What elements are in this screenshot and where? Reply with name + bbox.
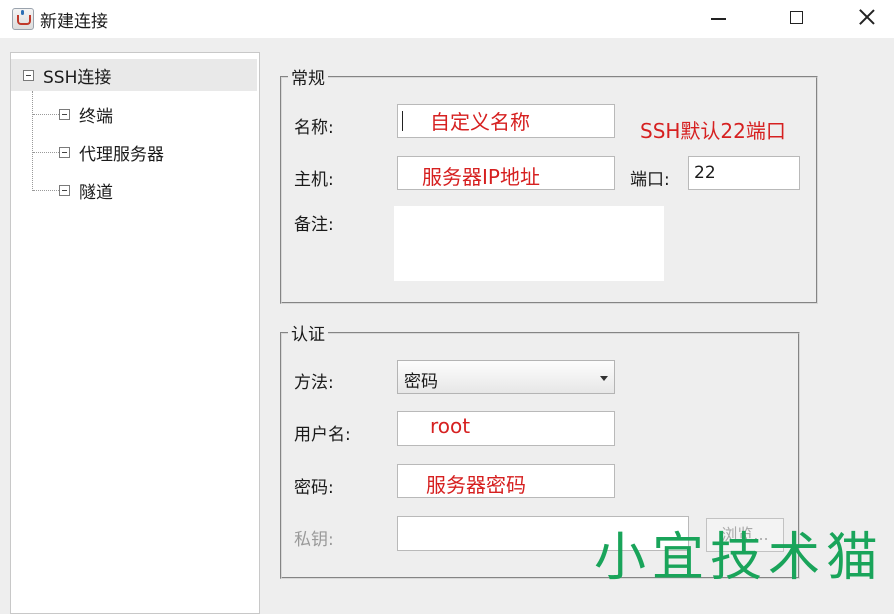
username-label: 用户名:: [294, 425, 351, 445]
auth-legend: 认证: [291, 325, 325, 345]
window-title: 新建连接: [40, 12, 108, 32]
name-annotation: 自定义名称: [430, 110, 530, 134]
general-legend: 常规: [291, 69, 325, 89]
port-label: 端口:: [630, 170, 670, 190]
tree-item-label: 终端: [79, 106, 113, 127]
tree-item-tunnel[interactable]: 隧道: [59, 174, 113, 206]
password-annotation: 服务器密码: [426, 473, 526, 497]
tree-item-label: SSH连接: [43, 67, 112, 88]
port-hint-annotation: SSH默认22端口: [640, 119, 786, 143]
port-value: 22: [694, 163, 716, 183]
maximize-button[interactable]: [772, 3, 820, 33]
tree-item-label: 代理服务器: [79, 144, 164, 165]
tree-item-label: 隧道: [79, 182, 113, 203]
tree-item-terminal[interactable]: 终端: [59, 98, 113, 130]
collapse-icon[interactable]: [59, 108, 70, 120]
note-textarea[interactable]: [394, 206, 664, 281]
note-label: 备注:: [294, 215, 334, 235]
method-select[interactable]: 密码: [397, 360, 615, 394]
collapse-icon[interactable]: [59, 146, 70, 158]
tree-connector-line: [32, 91, 33, 191]
name-label: 名称:: [294, 118, 334, 138]
collapse-icon[interactable]: [23, 69, 34, 81]
password-label: 密码:: [294, 478, 334, 498]
tree-connector-line: [33, 190, 59, 191]
collapse-icon[interactable]: [59, 184, 70, 196]
title-bar: 新建连接: [0, 0, 894, 38]
dropdown-arrow-icon: [600, 376, 608, 381]
host-label: 主机:: [294, 170, 334, 190]
watermark-text: 小宜技术猫: [594, 528, 885, 588]
port-input[interactable]: 22: [688, 156, 800, 190]
tree-connector-line: [33, 152, 59, 153]
tree-item-proxy[interactable]: 代理服务器: [59, 136, 164, 168]
close-button[interactable]: [843, 3, 891, 33]
java-app-icon: [12, 8, 34, 30]
host-annotation: 服务器IP地址: [422, 165, 540, 189]
tree-connector-line: [33, 114, 59, 115]
method-label: 方法:: [294, 373, 334, 393]
private-key-label: 私钥:: [294, 530, 334, 550]
minimize-button[interactable]: [694, 3, 742, 33]
text-caret: [402, 111, 403, 131]
username-annotation: root: [430, 414, 471, 438]
settings-tree: SSH连接 终端 代理服务器 隧道: [10, 52, 260, 614]
method-value: 密码: [404, 372, 438, 392]
tree-item-ssh[interactable]: SSH连接: [11, 59, 257, 91]
